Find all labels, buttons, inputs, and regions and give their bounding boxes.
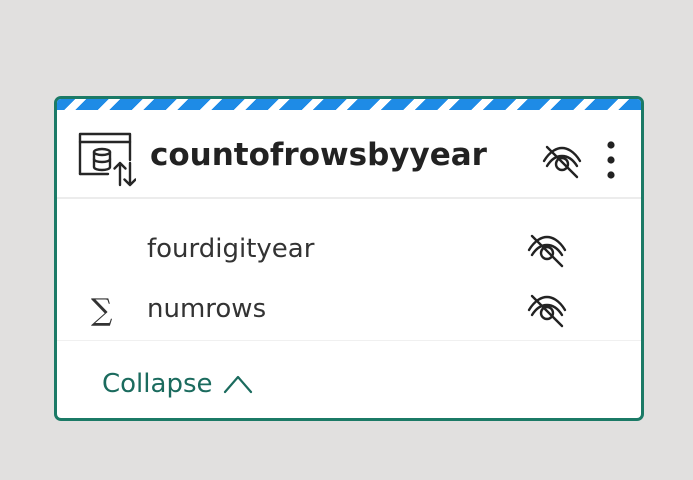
collapse-button[interactable]: Collapse: [102, 364, 253, 404]
table-card[interactable]: countofrowsbyyear fourdigityear ∑ numrow…: [54, 96, 644, 421]
more-vertical-icon[interactable]: [598, 138, 624, 182]
eye-hidden-icon[interactable]: [526, 292, 568, 330]
table-title: countofrowsbyyear: [150, 137, 487, 173]
column-type-icon: [91, 233, 125, 269]
column-name: fourdigityear: [147, 234, 315, 264]
table-header-stripe: [57, 99, 641, 110]
table-header[interactable]: countofrowsbyyear: [57, 110, 641, 199]
chevron-up-icon: [223, 373, 253, 395]
footer-divider: [57, 340, 641, 341]
eye-hidden-icon[interactable]: [526, 232, 568, 270]
eye-hidden-icon[interactable]: [541, 144, 583, 180]
column-row[interactable]: fourdigityear: [57, 224, 641, 280]
sum-icon: ∑: [91, 293, 113, 328]
column-name: numrows: [147, 294, 267, 324]
column-row[interactable]: ∑ numrows: [57, 284, 641, 340]
collapse-label: Collapse: [102, 369, 213, 399]
table-dataset-sync-icon: [78, 130, 137, 190]
